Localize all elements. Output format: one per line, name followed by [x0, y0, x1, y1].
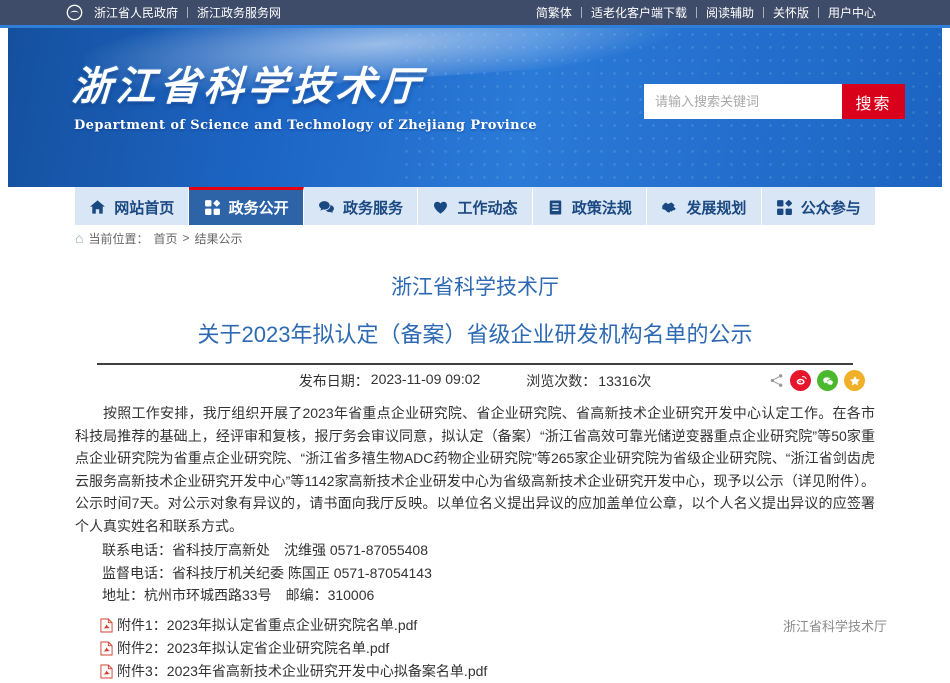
- supervision-phone-line: 监督电话：省科技厅机关纪委 陈国正 0571-87054143: [75, 562, 875, 585]
- breadcrumb: ⌂ 当前位置： 首页 > 结果公示: [75, 225, 875, 251]
- site-logo-english: Department of Science and Technology of …: [74, 118, 537, 133]
- attachment-item: 附件1：2023年拟认定省重点企业研究院名单.pdf: [75, 614, 875, 637]
- attachment-link-3[interactable]: 附件3：2023年省高新技术企业研究开发中心拟备案名单.pdf: [117, 661, 487, 681]
- main-navigation: 网站首页 政务公开 政务服务 工作动态 政策法规 发展规划 公众参与: [0, 187, 950, 225]
- view-count: 浏览次数：13316次: [526, 371, 651, 391]
- topbar-link-simplified-traditional[interactable]: 简繁体: [536, 4, 572, 21]
- topbar-link-elderly-client[interactable]: 适老化客户端下载: [591, 4, 687, 21]
- nav-item-home[interactable]: 网站首页: [75, 187, 189, 225]
- document-icon: [547, 199, 564, 216]
- article-meta: 发布日期：2023-11-09 09:02 浏览次数：13316次: [75, 365, 875, 397]
- qzone-share-icon[interactable]: [844, 370, 865, 391]
- topbar-link-provincial-gov[interactable]: 浙江省人民政府: [94, 4, 178, 21]
- breadcrumb-home-link[interactable]: 首页: [153, 230, 177, 247]
- share-icon[interactable]: [769, 373, 784, 388]
- topbar-right: 简繁体 适老化客户端下载 阅读辅助 关怀版 用户中心: [536, 4, 876, 21]
- share-buttons: [769, 370, 865, 391]
- heart-icon: [432, 199, 449, 216]
- publish-date: 发布日期：2023-11-09 09:02: [299, 371, 481, 391]
- nav-item-development-plan[interactable]: 发展规划: [647, 187, 761, 225]
- nav-label: 发展规划: [686, 197, 746, 218]
- contact-info: 联系电话：省科技厅高新处 沈维强 0571-87055408 监督电话：省科技厅…: [75, 539, 875, 607]
- topbar-left: 浙江省人民政府 浙江政务服务网: [66, 4, 281, 21]
- divider: [696, 7, 697, 18]
- pdf-icon: [100, 641, 113, 656]
- nav-label: 政务公开: [229, 197, 289, 218]
- topbar-link-user-center[interactable]: 用户中心: [828, 4, 876, 21]
- divider: [818, 7, 819, 18]
- article-body-paragraph: 按照工作安排，我厅组织开展了2023年省重点企业研究院、省企业研究院、省高新技术…: [75, 402, 875, 537]
- search-input[interactable]: [644, 84, 842, 119]
- search-button[interactable]: 搜索: [842, 84, 905, 119]
- nav-label: 网站首页: [114, 197, 174, 218]
- nav-label: 政策法规: [572, 197, 632, 218]
- chat-bubbles-icon: [318, 199, 335, 216]
- article: 浙江省科学技术厅 关于2023年拟认定（备案）省级企业研发机构名单的公示 发布日…: [75, 251, 875, 683]
- wechat-share-icon[interactable]: [817, 370, 838, 391]
- nav-item-gov-openness[interactable]: 政务公开: [189, 187, 303, 225]
- contact-phone-line: 联系电话：省科技厅高新处 沈维强 0571-87055408: [75, 539, 875, 562]
- breadcrumb-current: 结果公示: [195, 230, 243, 247]
- attachment-link-1[interactable]: 附件1：2023年拟认定省重点企业研究院名单.pdf: [117, 615, 417, 635]
- search-bar: 搜索: [644, 84, 905, 119]
- nav-item-gov-services[interactable]: 政务服务: [304, 187, 418, 225]
- nav-item-work-news[interactable]: 工作动态: [418, 187, 532, 225]
- home-icon: [89, 199, 106, 216]
- nav-label: 工作动态: [457, 197, 517, 218]
- weibo-share-icon[interactable]: [790, 370, 811, 391]
- divider: [763, 7, 764, 18]
- topbar-link-reading-aid[interactable]: 阅读辅助: [706, 4, 754, 21]
- attachment-item: 附件2：2023年拟认定省企业研究院名单.pdf: [75, 637, 875, 660]
- gov-emblem-icon: [66, 4, 83, 21]
- attachment-item: 附件3：2023年省高新技术企业研究开发中心拟备案名单.pdf: [75, 660, 875, 683]
- divider: [581, 7, 582, 18]
- breadcrumb-separator: >: [183, 231, 190, 245]
- article-title-main: 关于2023年拟认定（备案）省级企业研发机构名单的公示: [75, 317, 875, 349]
- address-line: 地址：杭州市环城西路33号 邮编：310006: [75, 584, 875, 607]
- attachment-list: 附件1：2023年拟认定省重点企业研究院名单.pdf 附件2：2023年拟认定省…: [75, 614, 875, 683]
- handshake-icon: [661, 199, 678, 216]
- breadcrumb-home-icon: ⌂: [75, 231, 83, 245]
- article-title-org: 浙江省科学技术厅: [75, 271, 875, 301]
- attachment-link-2[interactable]: 附件2：2023年拟认定省企业研究院名单.pdf: [117, 638, 389, 658]
- topbar-link-care-version[interactable]: 关怀版: [773, 4, 809, 21]
- site-banner: 浙江省科学技术厅 Department of Science and Techn…: [8, 28, 942, 187]
- nav-item-policies[interactable]: 政策法规: [533, 187, 647, 225]
- pdf-icon: [100, 664, 113, 679]
- site-logo-text: 浙江省科学技术厅: [70, 54, 425, 112]
- nav-item-public-participation[interactable]: 公众参与: [762, 187, 875, 225]
- nav-label: 政务服务: [343, 197, 403, 218]
- divider: [187, 7, 188, 18]
- top-utility-bar: 浙江省人民政府 浙江政务服务网 简繁体 适老化客户端下载 阅读辅助 关怀版 用户…: [0, 0, 950, 28]
- breadcrumb-label: 当前位置：: [88, 230, 148, 247]
- openness-grid-icon: [204, 199, 221, 216]
- participation-grid-icon: [776, 199, 793, 216]
- nav-label: 公众参与: [801, 197, 861, 218]
- topbar-link-service-site[interactable]: 浙江政务服务网: [197, 4, 281, 21]
- pdf-icon: [100, 618, 113, 633]
